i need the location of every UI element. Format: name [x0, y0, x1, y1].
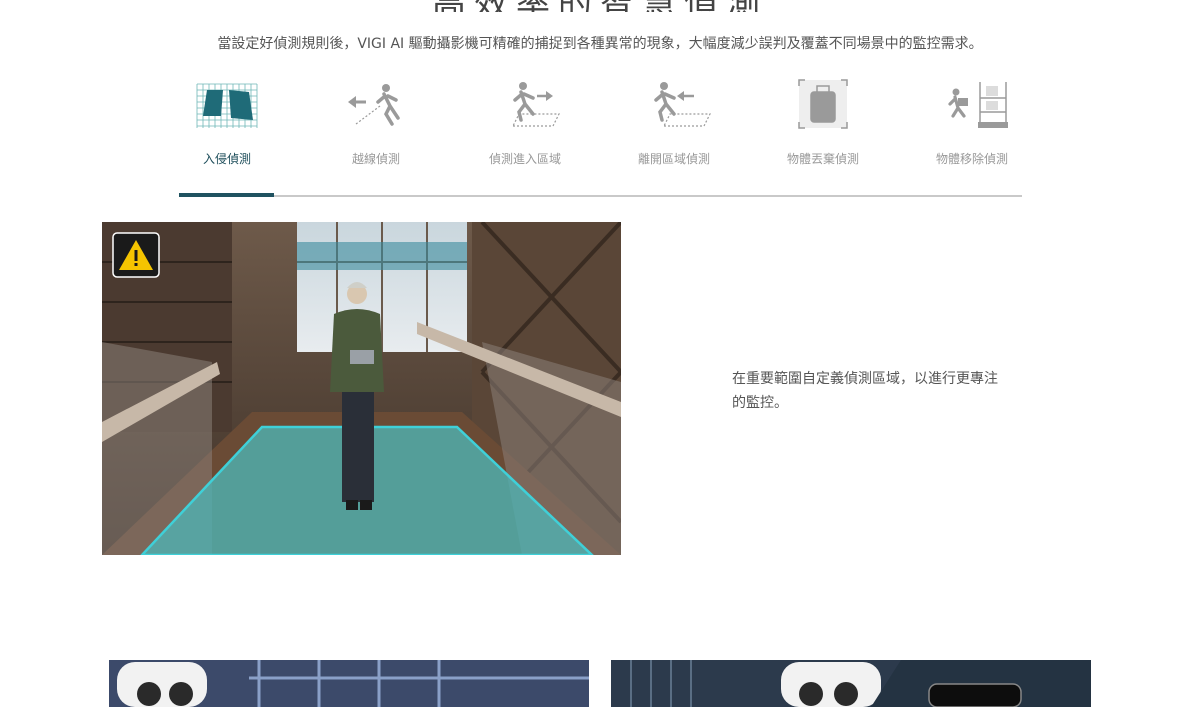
- tab-label: 物體丟棄偵測: [786, 152, 859, 166]
- tab-label: 物體移除偵測: [935, 152, 1008, 166]
- active-tab-indicator: [179, 193, 274, 197]
- tab-region-exiting[interactable]: 離開區域偵測: [604, 74, 744, 192]
- section-heading-text: 高效率的智慧偵測: [0, 0, 1200, 12]
- tab-region-entering[interactable]: 偵測進入區域: [455, 74, 595, 192]
- tab-object-removal[interactable]: 物體移除偵測: [902, 74, 1042, 192]
- region-entering-icon: [512, 82, 560, 127]
- bottom-card-right: [611, 660, 1091, 707]
- bottom-card-left: [109, 660, 589, 707]
- detection-tabs: 入侵偵測 越線偵測 偵測進入區域 離開區域偵測 物體丟棄偵測 物體移除偵測: [179, 74, 1022, 198]
- tab-line-crossing[interactable]: 越線偵測: [306, 74, 446, 192]
- intrusion-scene-image: [102, 222, 621, 555]
- tab-label: 離開區域偵測: [637, 152, 710, 166]
- tab-label: 入侵偵測: [202, 152, 251, 166]
- panel-description: 在重要範圍自定義偵測區域，以進行更專注的監控。: [732, 371, 998, 411]
- tabs-divider: [179, 195, 1022, 197]
- intro-text: 當設定好偵測規則後，VIGI AI 驅動攝影機可精確的捕捉到各種異常的現象，大幅…: [217, 36, 983, 52]
- object-abandoned-icon: [798, 79, 848, 129]
- region-exiting-icon: [654, 82, 711, 127]
- warning-icon: [112, 232, 160, 278]
- tab-intrusion-detection[interactable]: 入侵偵測: [157, 74, 297, 192]
- tab-label: 偵測進入區域: [488, 152, 561, 166]
- section-heading: 高效率的智慧偵測: [0, 0, 1200, 12]
- tab-label: 越線偵測: [351, 152, 400, 166]
- tab-object-abandoned[interactable]: 物體丟棄偵測: [753, 74, 893, 192]
- intrusion-zone-icon: [196, 83, 258, 128]
- object-removal-icon: [948, 82, 1008, 128]
- line-crossing-icon: [348, 84, 400, 126]
